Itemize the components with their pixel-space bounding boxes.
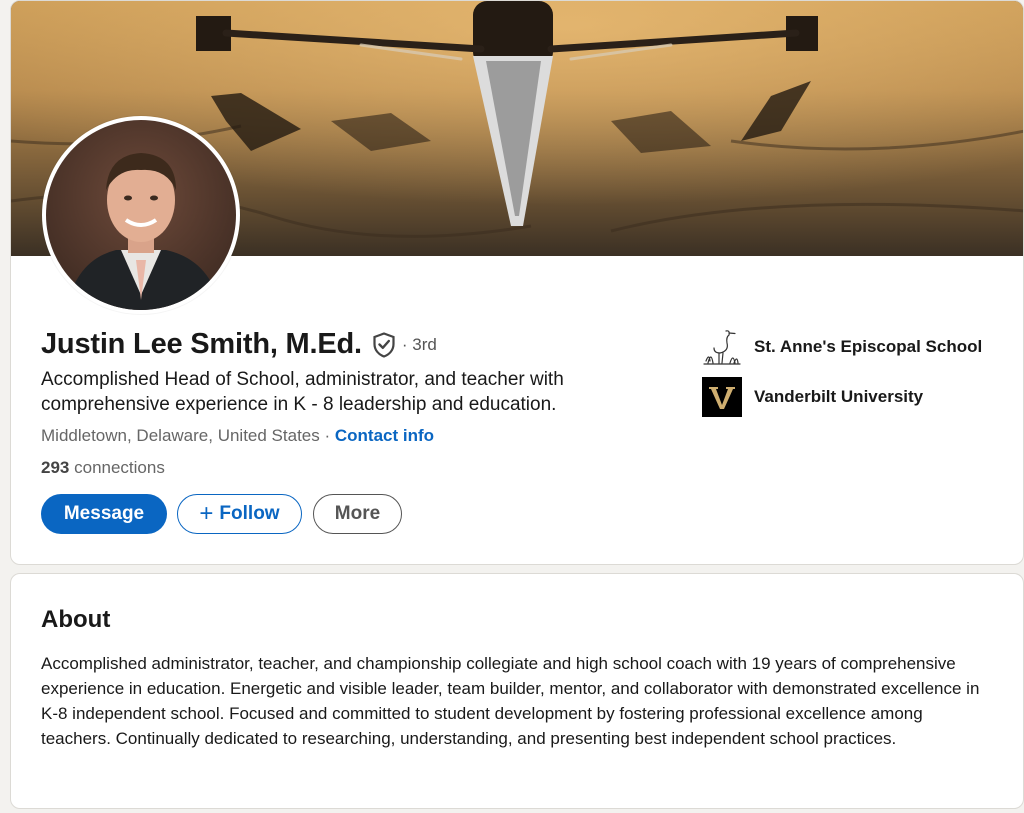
profile-card: Justin Lee Smith, M.Ed. · 3rd Accomplish…: [10, 0, 1024, 565]
org-name: Vanderbilt University: [754, 387, 924, 406]
follow-label: Follow: [219, 503, 280, 524]
plus-icon: +: [199, 500, 214, 527]
org-name: St. Anne's Episcopal School: [754, 337, 983, 356]
connections-count[interactable]: 293 connections: [41, 458, 165, 478]
about-title: About: [41, 606, 111, 633]
vanderbilt-v-logo-icon: [702, 377, 742, 417]
profile-headline: Accomplished Head of School, administrat…: [41, 369, 564, 415]
heron-logo-icon: [702, 327, 742, 367]
profile-avatar[interactable]: [42, 116, 240, 314]
org-item-vanderbilt[interactable]: Vanderbilt University: [702, 377, 923, 417]
separator-dot: ·: [324, 426, 331, 445]
message-button[interactable]: Message: [41, 494, 167, 534]
contact-info-link[interactable]: Contact info: [335, 426, 434, 445]
about-text: Accomplished administrator, teacher, and…: [41, 654, 980, 748]
more-button[interactable]: More: [313, 494, 402, 534]
follow-button[interactable]: + Follow: [177, 494, 302, 534]
name-row: Justin Lee Smith, M.Ed. · 3rd: [41, 328, 437, 361]
org-item-st-annes[interactable]: St. Anne's Episcopal School: [702, 327, 982, 367]
about-card: About Accomplished administrator, teache…: [10, 573, 1024, 809]
connection-degree: · 3rd: [401, 334, 437, 354]
profile-location: Middletown, Delaware, United States: [41, 426, 320, 445]
connections-number: 293: [41, 458, 70, 477]
location-row: Middletown, Delaware, United States · Co…: [41, 426, 434, 446]
connections-label: connections: [74, 458, 165, 477]
profile-name: Justin Lee Smith, M.Ed.: [41, 328, 362, 360]
profile-photo: [46, 120, 236, 310]
shield-check-icon[interactable]: [372, 331, 396, 358]
